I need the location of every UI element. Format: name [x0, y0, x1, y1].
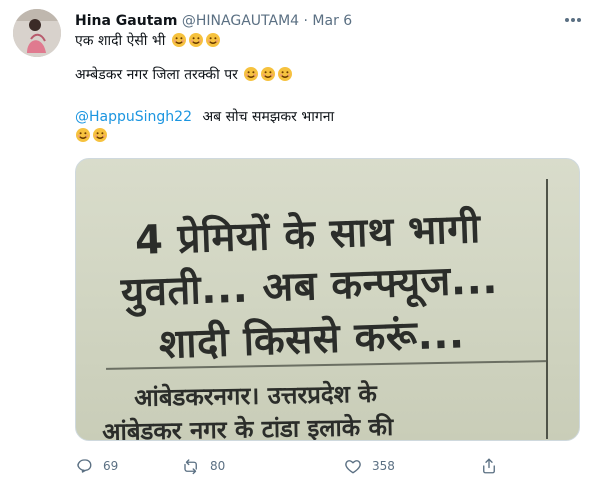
retweet-icon — [182, 457, 200, 475]
smiling-face-emoji-icon — [243, 66, 259, 82]
share-action[interactable] — [480, 456, 498, 476]
reply-count: 69 — [103, 459, 119, 473]
retweet-count: 80 — [210, 459, 226, 473]
smiling-face-emoji-icon — [75, 127, 91, 143]
retweet-action[interactable]: 80 — [182, 456, 225, 476]
tweet-actions: 69 80 358 — [75, 456, 505, 476]
avatar-image — [13, 9, 61, 57]
tweet-text: एक शादी ऐसी भी — [75, 33, 166, 49]
reply-action[interactable]: 69 — [75, 456, 118, 476]
tweet[interactable]: Hina Gautam @HINAGAUTAM4 · Mar 6 एक शादी… — [0, 0, 598, 489]
tweet-header: Hina Gautam @HINAGAUTAM4 · Mar 6 — [75, 11, 352, 31]
tweet-text: अब सोच समझकर भागना — [202, 109, 335, 125]
tweet-date[interactable]: Mar 6 — [312, 13, 352, 29]
heart-icon — [344, 457, 362, 475]
reply-icon — [75, 457, 93, 475]
tweet-text: अम्बेडकर नगर जिला तरक्की पर — [75, 67, 238, 83]
author-handle[interactable]: @HINAGAUTAM4 — [182, 13, 299, 29]
smiling-face-emoji-icon — [277, 66, 293, 82]
smiling-face-emoji-icon — [260, 66, 276, 82]
tweet-media-image[interactable]: 4 प्रेमियों के साथ भागी युवती... अब कन्फ… — [75, 158, 580, 441]
share-icon — [480, 457, 498, 475]
smiling-face-emoji-icon — [205, 32, 221, 48]
mention-link[interactable]: @HappuSingh22 — [75, 109, 192, 125]
tweet-text-line-3: @HappuSingh22 अब सोच समझकर भागना — [75, 107, 334, 127]
author-name[interactable]: Hina Gautam — [75, 13, 177, 29]
separator-dot: · — [303, 13, 308, 29]
tweet-text-line-1: एक शादी ऐसी भी — [75, 31, 221, 51]
more-options-icon[interactable] — [562, 12, 584, 28]
like-count: 358 — [372, 459, 395, 473]
smiling-face-emoji-icon — [171, 32, 187, 48]
like-action[interactable]: 358 — [344, 456, 395, 476]
tweet-emoji-line — [75, 126, 108, 146]
tweet-text-line-2: अम्बेडकर नगर जिला तरक्की पर — [75, 65, 293, 85]
avatar[interactable] — [13, 9, 61, 57]
smiling-face-emoji-icon — [92, 127, 108, 143]
smiling-face-emoji-icon — [188, 32, 204, 48]
